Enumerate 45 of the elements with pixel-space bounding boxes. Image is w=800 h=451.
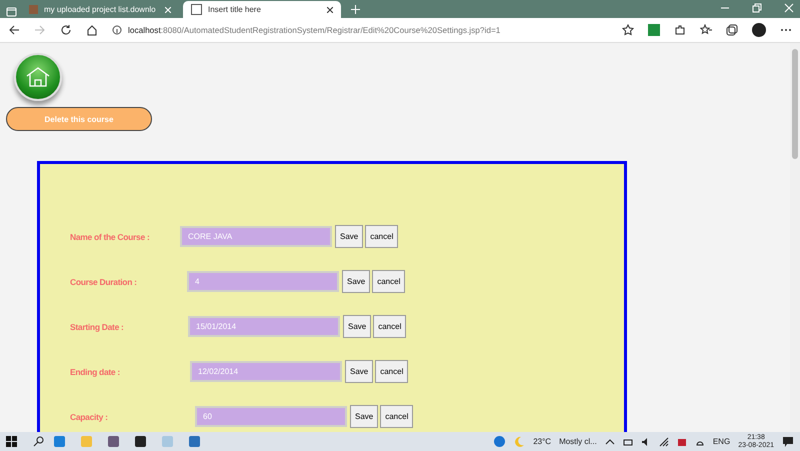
browser-tab[interactable]: my uploaded project list.downlo	[21, 1, 179, 18]
collections-icon[interactable]	[726, 24, 738, 36]
temperature[interactable]: 23°C	[533, 437, 552, 446]
cancel-button[interactable]: cancel	[375, 360, 408, 383]
reload-icon[interactable]	[60, 24, 72, 36]
field-label: Capacity :	[70, 412, 109, 422]
new-tab-icon[interactable]	[351, 5, 360, 14]
close-tab-icon[interactable]	[327, 6, 333, 12]
cancel-button[interactable]: cancel	[372, 270, 406, 293]
tab-actions-icon[interactable]	[6, 6, 17, 18]
favorites-add-icon[interactable]	[622, 24, 634, 36]
favorites-icon[interactable]	[700, 24, 712, 36]
save-button[interactable]: Save	[345, 360, 374, 383]
home-icon[interactable]	[86, 24, 98, 36]
save-button[interactable]: Save	[342, 270, 370, 293]
help-icon[interactable]	[494, 436, 506, 447]
app-tray-icon[interactable]	[676, 436, 687, 446]
terminal-icon[interactable]	[135, 436, 146, 447]
address-bar-url[interactable]: localhost:8080/AutomatedStudentRegistrationSystem/Registrar/Edit%20Course%20Settings.jsp?id=1	[128, 25, 500, 35]
close-icon[interactable]	[784, 3, 794, 13]
info-icon[interactable]	[112, 25, 122, 35]
windows-start-icon[interactable]	[6, 436, 17, 447]
profile-avatar[interactable]	[752, 23, 766, 37]
home-button[interactable]	[14, 53, 62, 101]
restore-icon[interactable]	[752, 3, 762, 13]
field-label: Starting Date :	[70, 322, 125, 332]
cancel-button[interactable]: cancel	[373, 315, 406, 338]
search-icon[interactable]	[33, 436, 44, 447]
cancel-button[interactable]: cancel	[365, 225, 398, 248]
photos-icon[interactable]	[189, 436, 200, 447]
cancel-button[interactable]: cancel	[380, 405, 414, 428]
weather-text[interactable]: Mostly cl...	[559, 437, 597, 446]
back-icon[interactable]	[8, 24, 20, 36]
save-button[interactable]: Save	[343, 315, 372, 338]
chevron-up-icon[interactable]	[604, 436, 615, 446]
app-taskbar-icon[interactable]	[108, 436, 119, 447]
field-label: Course Duration :	[70, 276, 138, 286]
save-button[interactable]: Save	[335, 225, 364, 248]
field-label: Name of the Course :	[70, 232, 150, 242]
notifications-icon[interactable]	[782, 436, 794, 448]
house-icon	[25, 66, 51, 88]
save-button[interactable]: Save	[350, 405, 378, 428]
language-indicator[interactable]: ENG	[712, 437, 730, 446]
field-label: Ending date :	[70, 366, 121, 376]
browser-tab[interactable]: Insert title here	[183, 1, 341, 18]
